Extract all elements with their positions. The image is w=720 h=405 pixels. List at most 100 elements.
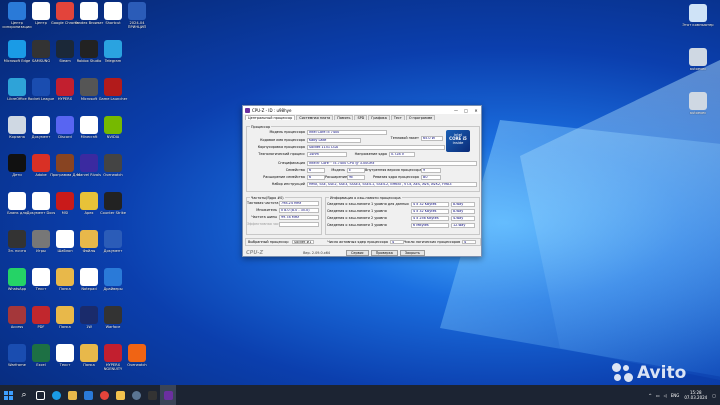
cpuz-brand: CPU-Z: [246, 249, 264, 256]
desktop-icon-label: Overwatch: [127, 363, 147, 367]
desktop-icon[interactable]: Overwatch: [98, 154, 128, 192]
tab-strip: Центральный процессор Системная плата Памя…: [243, 114, 481, 120]
clock[interactable]: 15:28 07.03.2024: [684, 390, 707, 400]
language-indicator[interactable]: ENG: [671, 393, 680, 398]
stepping-value: 9: [421, 168, 441, 173]
file-icon: [689, 48, 707, 66]
avito-text: Avito: [637, 363, 687, 383]
codename-value: Kaby Lake: [307, 138, 361, 143]
app-icon: [80, 2, 98, 20]
desktop-icon[interactable]: Overwatch: [122, 344, 152, 382]
folder-icon: [80, 344, 98, 362]
file-icon: [32, 2, 50, 20]
app-icon: [104, 78, 122, 96]
cpuz-titlebar[interactable]: CPU-Z - ID : u98hye — □ ✕: [243, 106, 481, 114]
system-tray: ^ ▭ ◁ ENG 15:28 07.03.2024 ▢: [648, 385, 716, 405]
desktop-icon-grid: Центр синхронизации Центр Google Chrome Yan…: [2, 2, 152, 385]
app-icon: [80, 116, 98, 134]
cache-row: Сведения о кэш-памяти 2 уровня 4 x 256 KB…: [327, 216, 475, 221]
network-icon[interactable]: ▭: [656, 393, 660, 398]
file-icon: [32, 116, 50, 134]
steam-icon: [56, 40, 74, 58]
close-button[interactable]: Закрыть: [399, 249, 425, 256]
stepping-label: Внутренняя версия процессора: [365, 168, 422, 173]
desktop-icon[interactable]: Драйверы: [98, 268, 128, 306]
app-icon: [80, 306, 98, 324]
search-icon[interactable]: ⌕: [16, 385, 32, 405]
desktop-icon[interactable]: NVIDIA: [98, 116, 128, 154]
tab-3[interactable]: SPD: [354, 115, 368, 120]
tray-chevron-icon[interactable]: ^: [648, 393, 651, 398]
desktop-icon[interactable]: autoexec: [680, 92, 716, 130]
cpuz-taskbar-icon[interactable]: [160, 385, 176, 405]
desktop-icon[interactable]: autoexec: [680, 48, 716, 86]
package-value: Socket 1151 LGA: [307, 145, 445, 150]
processor-select[interactable]: Socket #1: [292, 239, 314, 245]
app-icon: [56, 192, 74, 210]
app-icon: [80, 154, 98, 172]
cache-label: Сведения о кэш-памяти 1 уровня для данны…: [327, 202, 409, 207]
instructions-label: Набор инструкций: [271, 182, 305, 187]
tools-button[interactable]: Сервис: [346, 249, 369, 256]
edge-taskbar-icon[interactable]: [48, 385, 64, 405]
file-explorer-icon[interactable]: [64, 385, 80, 405]
file-icon: [32, 268, 50, 286]
rocket-league-icon: [32, 78, 50, 96]
app-taskbar-icon[interactable]: [144, 385, 160, 405]
desktop-icon-label: Драйверы: [103, 287, 123, 291]
tab-1[interactable]: Системная плата: [296, 115, 334, 120]
desktop-icon-label: autoexec: [689, 111, 707, 115]
tab-6[interactable]: О программе: [405, 115, 436, 120]
app-icon: [104, 192, 122, 210]
tab-2[interactable]: Память: [334, 115, 354, 120]
chrome-taskbar-icon[interactable]: [96, 385, 112, 405]
nvidia-icon: [104, 116, 122, 134]
app-icon: [8, 306, 26, 324]
package-label: Корпусировка процессора: [257, 145, 305, 150]
desktop-icon[interactable]: Документ: [98, 230, 128, 268]
cpuz-window[interactable]: CPU-Z - ID : u98hye — □ ✕ Центральный пр…: [242, 105, 482, 257]
steam-taskbar-icon[interactable]: [128, 385, 144, 405]
desktop-icon-label: Warface: [105, 325, 121, 329]
desktop-icon[interactable]: Warface: [98, 306, 128, 344]
model-value: Intel Core i5 7400: [307, 130, 387, 135]
tab-5[interactable]: Тест: [390, 115, 405, 120]
threads-label: Число логических процессоров: [404, 240, 461, 244]
close-icon[interactable]: ✕: [471, 108, 481, 113]
app-icon: [32, 40, 50, 58]
folder-icon: [56, 306, 74, 324]
instructions-value: MMX, SSE, SSE2, SSE3, SSSE3, SSE4.1, SSE…: [307, 182, 477, 187]
desktop-icon-label: 2024-04 ПРИНЦИП: [127, 21, 147, 29]
start-button[interactable]: [0, 385, 16, 405]
app-icon: [32, 154, 50, 172]
task-view-icon[interactable]: [32, 385, 48, 405]
app-icon: [56, 154, 74, 172]
desktop-icon[interactable]: Counter Strike: [98, 192, 128, 230]
desktop-icon[interactable]: 2024-04 ПРИНЦИП: [122, 2, 152, 40]
desktop-icon[interactable]: Game Launcher: [98, 78, 128, 116]
group-title: Частоты(Ядро #0): [250, 196, 285, 200]
maximize-icon[interactable]: □: [461, 108, 471, 113]
notification-icon[interactable]: ▢: [712, 393, 716, 398]
tab-0[interactable]: Центральный процессор: [245, 115, 296, 120]
volume-icon[interactable]: ◁: [664, 393, 667, 398]
cpuz-app-icon: [245, 107, 250, 113]
telegram-icon: [104, 40, 122, 58]
cache-size: 4 x 32 KBytes: [411, 202, 449, 207]
desktop-icon-label: autoexec: [689, 67, 707, 71]
minimize-icon[interactable]: —: [451, 108, 461, 113]
model2-value: E: [347, 168, 365, 173]
extfamily-label: Расширение семейства: [263, 175, 305, 180]
validate-button[interactable]: Проверка: [370, 249, 398, 256]
tab-4[interactable]: Графика: [368, 115, 390, 120]
store-icon[interactable]: [80, 385, 96, 405]
codename-label: Кодовое имя процессора: [260, 138, 305, 143]
desktop-icon[interactable]: Этот компьютер: [680, 4, 716, 42]
cores-label: Число активных ядер процессора: [327, 240, 388, 244]
avito-watermark: Avito: [612, 362, 712, 384]
folder-taskbar-icon[interactable]: [112, 385, 128, 405]
desktop-icon[interactable]: Telegram: [98, 40, 128, 78]
family-label: Семейство: [285, 168, 305, 173]
app-icon: [104, 2, 122, 20]
desktop-icon-label: Telegram: [104, 59, 122, 63]
